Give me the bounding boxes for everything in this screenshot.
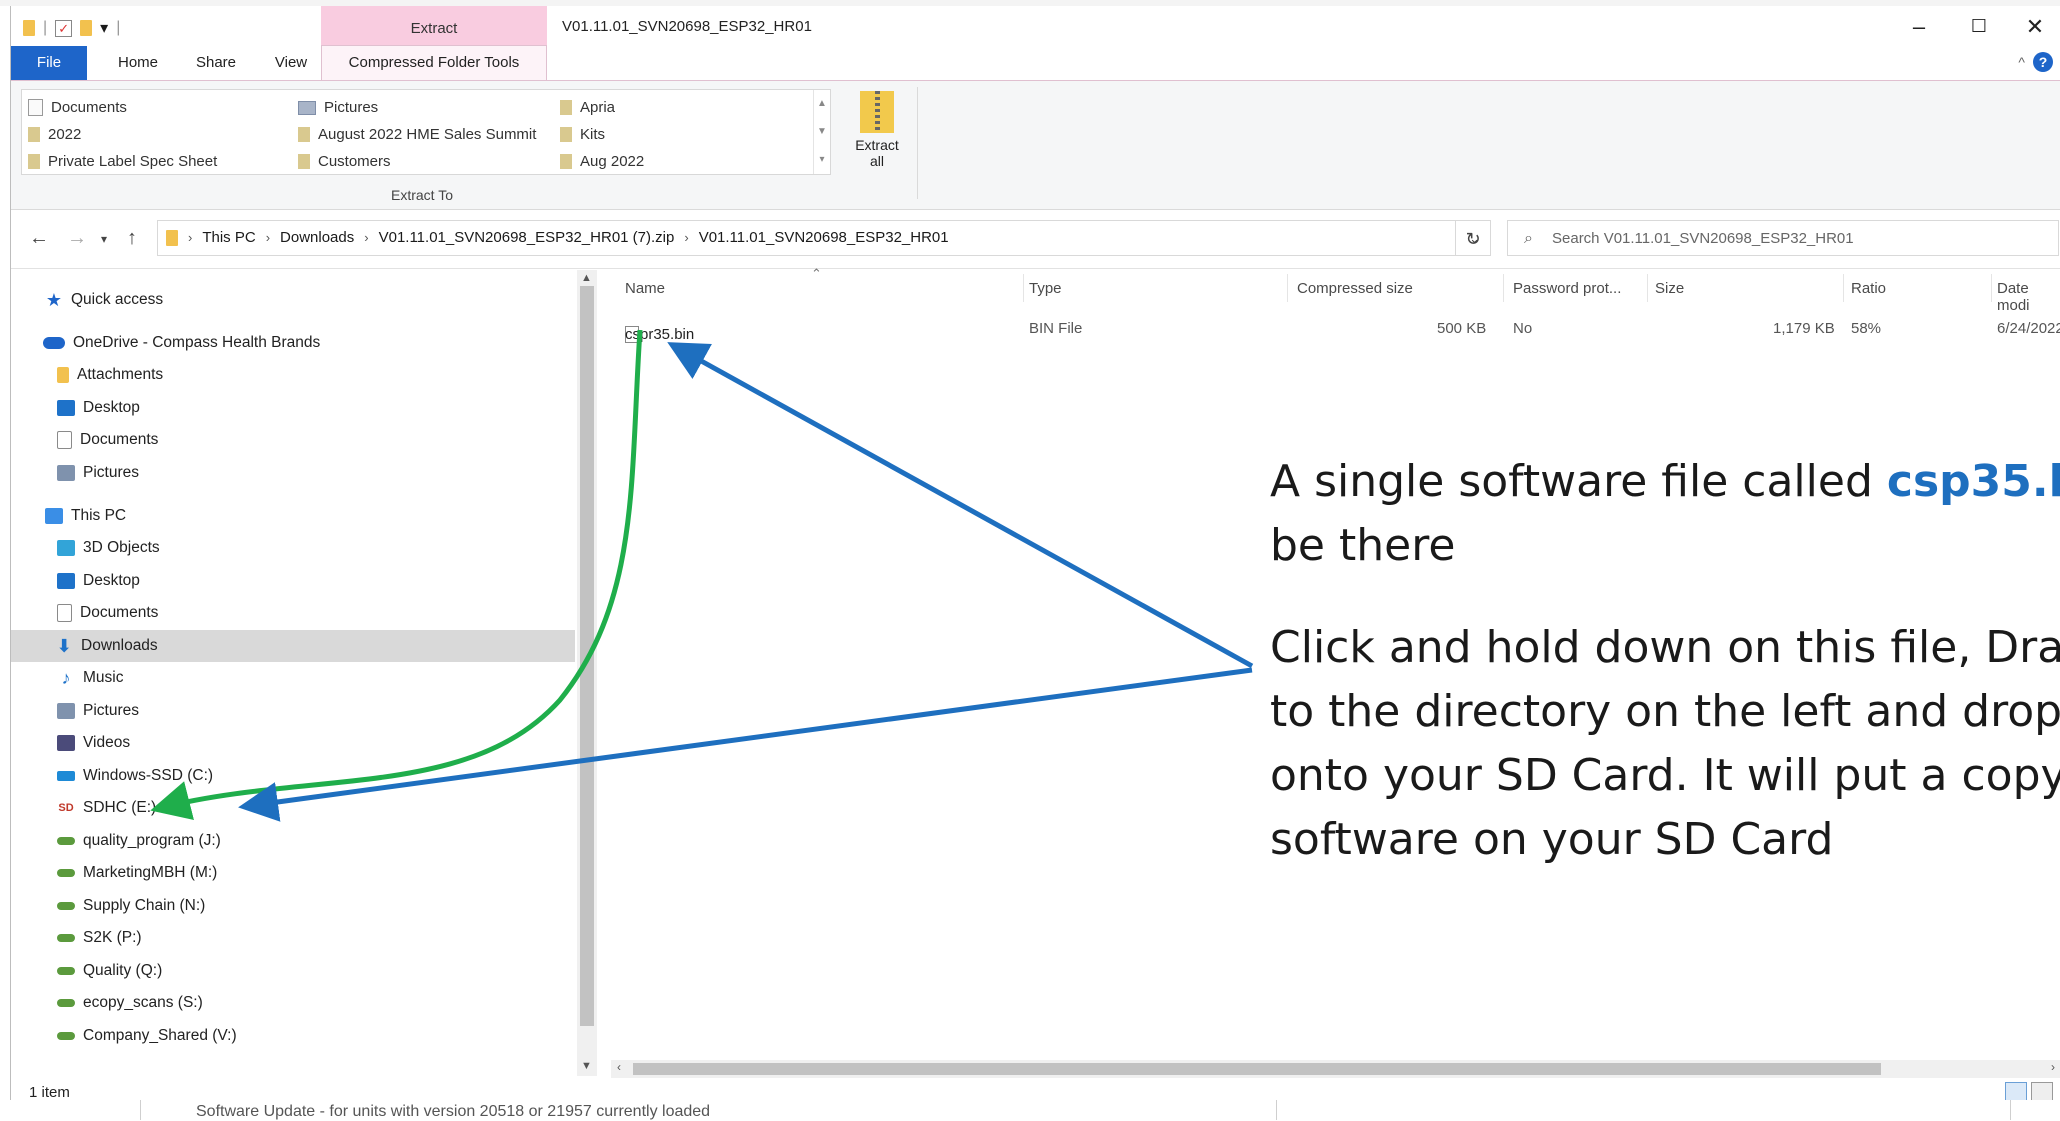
green-arrow	[150, 329, 643, 821]
annotation-arrows	[150, 329, 1254, 822]
blue-arrow-to-sd-card	[238, 667, 1253, 822]
blue-arrow-to-file	[667, 342, 1254, 669]
